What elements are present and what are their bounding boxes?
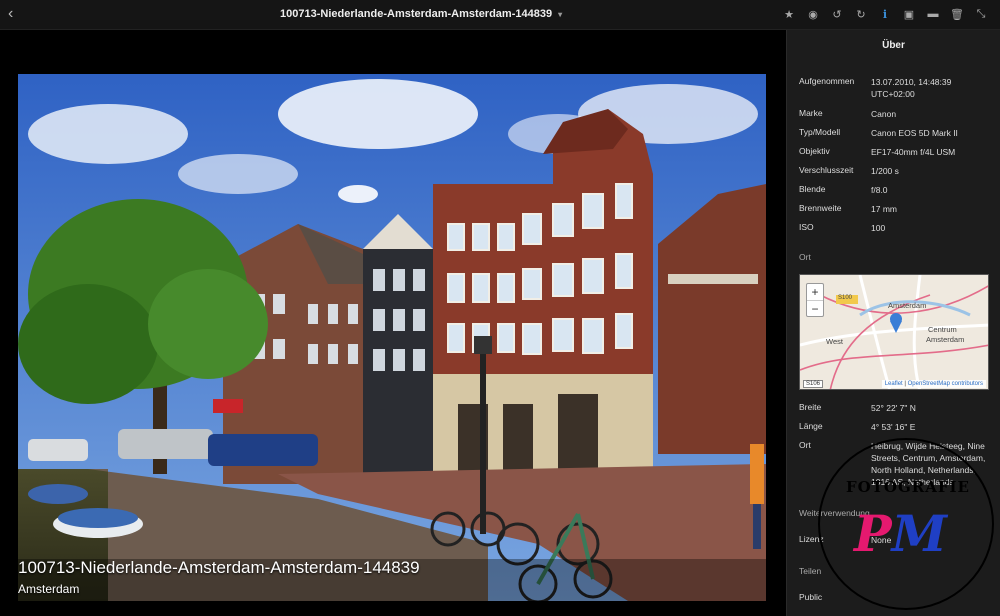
lon-value: 4° 53' 16" E: [871, 422, 916, 432]
caption-title: 100713-Niederlande-Amsterdam-Amsterdam-1…: [18, 558, 420, 577]
info-icon[interactable]: i: [878, 6, 892, 22]
public-toggle[interactable]: [871, 592, 995, 602]
aperture-label: Blende: [799, 184, 826, 194]
make-label: Marke: [799, 108, 823, 118]
row-model: Typ/Modell Canon EOS 5D Mark II: [799, 127, 995, 139]
map-road-label: S100: [838, 295, 853, 301]
row-shutter: Verschlusszeit 1/200 s: [799, 165, 995, 177]
focal-label: Brennweite: [799, 203, 842, 213]
taken-label: Aufgenommen: [799, 76, 855, 86]
zoom-out-button[interactable]: −: [807, 300, 823, 316]
caption: 100713-Niederlande-Amsterdam-Amsterdam-1…: [18, 558, 420, 596]
info-panel: Über Aufgenommen 13.07.2010, 14:48:39 UT…: [786, 30, 1000, 616]
lens-value: EF17-40mm f/4L USM: [871, 147, 956, 157]
photo[interactable]: [18, 74, 766, 601]
row-aperture: Blende f/8.0: [799, 184, 995, 196]
photo-title: 100713-Niederlande-Amsterdam-Amsterdam-1…: [280, 8, 553, 20]
aperture-value: f/8.0: [871, 185, 888, 195]
license-label: Lizenz: [799, 534, 824, 544]
amsterdam-photo: [18, 74, 766, 601]
top-bar: ‹ 100713-Niederlande-Amsterdam-Amsterdam…: [0, 0, 1000, 30]
photo-title-dropdown[interactable]: 100713-Niederlande-Amsterdam-Amsterdam-1…: [280, 8, 562, 20]
image-icon[interactable]: ▣: [902, 6, 916, 22]
photo-viewer: 100713-Niederlande-Amsterdam-Amsterdam-1…: [0, 30, 786, 616]
place-value: Heibrug, Wijde Heisteeg, Nine Streets, C…: [871, 441, 986, 487]
trash-icon[interactable]: 🗑: [950, 6, 964, 22]
shutter-value: 1/200 s: [871, 166, 899, 176]
location-map[interactable]: + − S100 Amsterdam Centrum Amsterdam Wes…: [799, 274, 989, 390]
row-license: Lizenz None: [799, 534, 995, 546]
rotate-left-icon[interactable]: ↺: [830, 6, 844, 22]
row-public: Public: [799, 592, 995, 602]
license-value[interactable]: None: [871, 534, 995, 546]
row-longitude: Länge 4° 53' 16" E: [799, 421, 995, 433]
row-focal: Brennweite 17 mm: [799, 203, 995, 215]
share-section: Teilen: [799, 566, 822, 576]
map-scale-label: S106: [803, 380, 824, 388]
row-lens: Objektiv EF17-40mm f/4L USM: [799, 146, 995, 158]
rotate-right-icon[interactable]: ↻: [854, 6, 868, 22]
eye-icon[interactable]: ◉: [806, 6, 820, 22]
focal-value: 17 mm: [871, 204, 897, 214]
caption-subtitle: Amsterdam: [18, 582, 80, 596]
map-attribution: Leaflet | OpenStreetMap contributors: [881, 380, 986, 388]
toolbar: ★ ◉ ↺ ↻ i ▣ ▬ 🗑 ⤡: [782, 6, 988, 22]
iso-label: ISO: [799, 222, 814, 232]
fullscreen-icon[interactable]: ⤡: [974, 6, 988, 22]
chevron-down-icon: ▾: [558, 9, 563, 19]
back-arrow-icon[interactable]: ‹: [8, 6, 24, 22]
iso-value: 100: [871, 223, 886, 233]
panel-heading: Über: [882, 40, 905, 51]
shutter-label: Verschlusszeit: [799, 165, 854, 175]
map-district2-label: Amsterdam: [926, 335, 965, 344]
public-label: Public: [799, 592, 823, 602]
map-district-label: Centrum: [928, 325, 957, 334]
row-place: Ort Heibrug, Wijde Heisteeg, Nine Street…: [799, 440, 995, 488]
taken-value: 13.07.2010, 14:48:39 UTC+02:00: [871, 77, 952, 99]
row-make: Marke Canon: [799, 108, 995, 120]
row-latitude: Breite 52° 22' 7" N: [799, 402, 995, 414]
place-label: Ort: [799, 440, 811, 450]
zoom-in-button[interactable]: +: [807, 284, 823, 300]
lat-label: Breite: [799, 402, 822, 412]
location-section: Ort: [799, 252, 811, 262]
lon-label: Länge: [799, 421, 823, 431]
map-city-label: Amsterdam: [888, 301, 927, 310]
osm-link[interactable]: OpenStreetMap contributors: [908, 381, 983, 387]
map-west-label: West: [826, 337, 843, 346]
model-value: Canon EOS 5D Mark II: [871, 128, 958, 138]
lat-value: 52° 22' 7" N: [871, 403, 916, 413]
lens-label: Objektiv: [799, 146, 830, 156]
make-value: Canon: [871, 109, 897, 119]
reuse-section: Weiterverwendung: [799, 508, 870, 518]
row-iso: ISO 100: [799, 222, 995, 234]
folder-icon[interactable]: ▬: [926, 6, 940, 22]
map-tiles: [800, 275, 988, 389]
model-label: Typ/Modell: [799, 127, 841, 137]
leaflet-link[interactable]: Leaflet: [885, 381, 903, 387]
row-taken: Aufgenommen 13.07.2010, 14:48:39 UTC+02:…: [799, 76, 995, 100]
star-icon[interactable]: ★: [782, 6, 796, 22]
map-zoom-control: + −: [806, 283, 824, 317]
